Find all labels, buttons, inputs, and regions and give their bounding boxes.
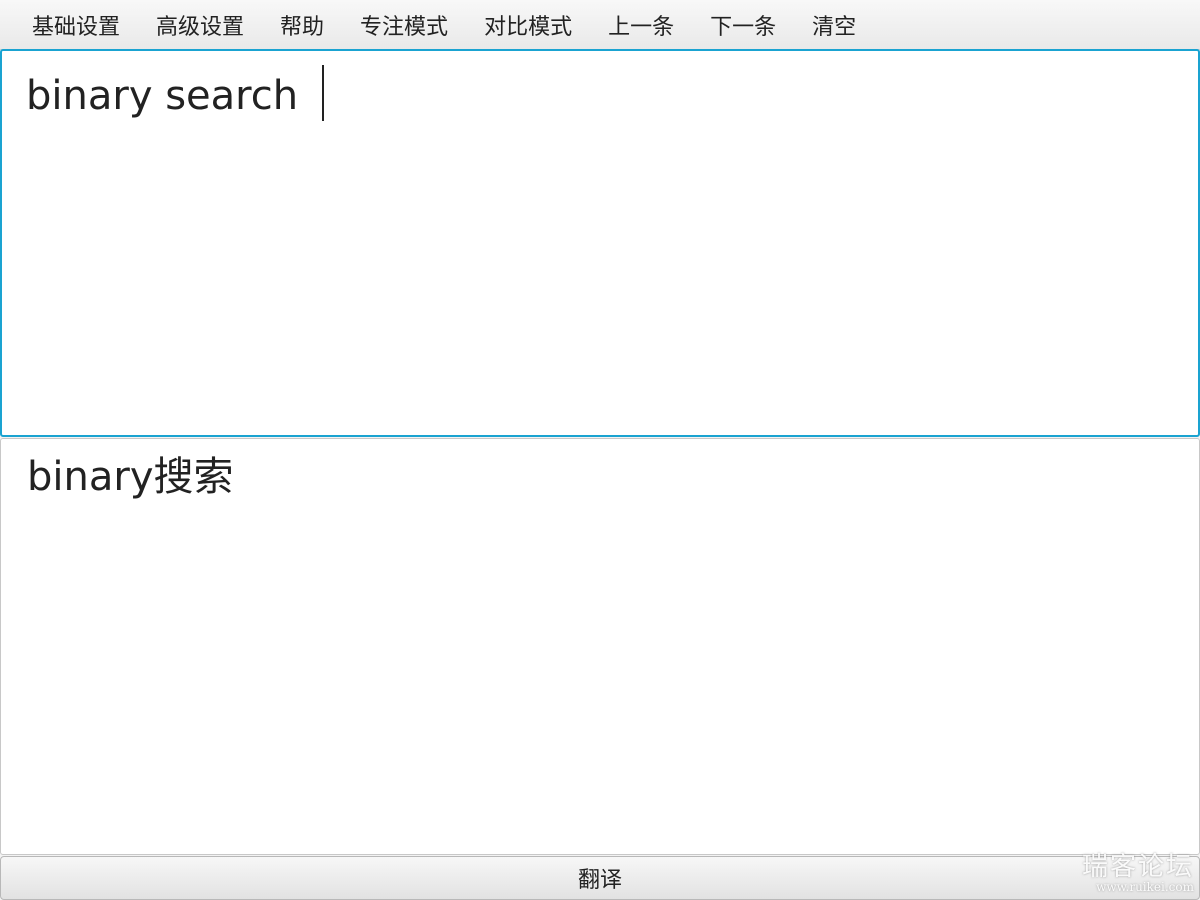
source-text-value: binary search (26, 73, 299, 119)
text-caret (322, 65, 325, 121)
menu-help[interactable]: 帮助 (270, 5, 334, 45)
source-text-input[interactable]: binary search (0, 49, 1200, 437)
menu-advanced-settings[interactable]: 高级设置 (146, 5, 254, 45)
menu-focus-mode[interactable]: 专注模式 (350, 5, 458, 45)
menu-compare-mode[interactable]: 对比模式 (474, 5, 582, 45)
menu-previous[interactable]: 上一条 (598, 5, 684, 45)
menu-basic-settings[interactable]: 基础设置 (22, 5, 130, 45)
menu-clear[interactable]: 清空 (802, 5, 866, 45)
translation-output[interactable]: binary搜索 (0, 438, 1200, 855)
menu-next[interactable]: 下一条 (700, 5, 786, 45)
translation-output-value: binary搜索 (27, 454, 234, 500)
translate-button[interactable]: 翻译 (0, 856, 1200, 900)
menu-bar: 基础设置 高级设置 帮助 专注模式 对比模式 上一条 下一条 清空 (0, 0, 1200, 50)
